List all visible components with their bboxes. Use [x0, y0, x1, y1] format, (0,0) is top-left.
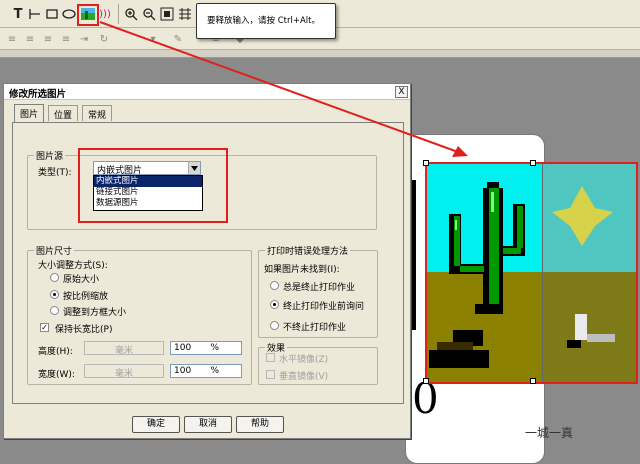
rotate-icon[interactable]: ↻ — [96, 31, 112, 47]
watermark: 一城一真 — [525, 426, 574, 440]
pen-color-icon[interactable]: ✎ — [170, 31, 186, 47]
group-label: 打印时错误处理方法 — [265, 244, 351, 257]
width-mm-field[interactable]: 毫米 — [84, 364, 164, 379]
cactus-image — [427, 164, 636, 382]
radio-label: 调整到方框大小 — [63, 308, 127, 318]
radio-never-abort[interactable] — [270, 321, 279, 330]
radio-label: 终止打印作业前询问 — [283, 302, 365, 312]
tab-picture[interactable]: 图片 — [14, 104, 45, 122]
ruler — [0, 50, 640, 58]
type-label: 类型(T): — [38, 168, 72, 178]
radio-scale[interactable] — [50, 290, 59, 299]
zoom-out-icon[interactable] — [141, 6, 157, 22]
tab-general[interactable]: 常规 — [82, 105, 113, 121]
resize-handle[interactable] — [530, 378, 536, 384]
ok-button[interactable]: 确定 — [132, 416, 180, 433]
radio-fit-box[interactable] — [50, 306, 59, 315]
radio-label: 原始大小 — [63, 275, 100, 285]
grid-icon[interactable] — [177, 6, 193, 22]
resize-handle[interactable] — [423, 160, 429, 166]
line-tool-icon[interactable] — [27, 6, 43, 22]
height-percent-field[interactable]: 100 % — [170, 341, 242, 355]
keep-ratio-label: 保持长宽比(P) — [55, 325, 113, 335]
resize-handle[interactable] — [530, 160, 536, 166]
align-center-icon[interactable]: ≡ — [22, 31, 38, 47]
flip-vertical-checkbox[interactable] — [266, 370, 275, 379]
cactus-picture[interactable] — [423, 160, 638, 384]
flip-vertical-label: 垂直镜像(V) — [279, 372, 329, 382]
tab-position[interactable]: 位置 — [48, 105, 79, 121]
width-label: 宽度(W): — [38, 370, 75, 380]
radio-always-abort[interactable] — [270, 281, 279, 290]
resize-handle[interactable] — [423, 378, 429, 384]
tooltip: 要释放输入，请按 Ctrl+Alt。 — [196, 3, 336, 39]
fit-page-icon[interactable] — [159, 6, 175, 22]
height-label: 高度(H): — [38, 347, 73, 357]
justify-icon[interactable]: ≡ — [58, 31, 74, 47]
flip-horizontal-checkbox[interactable] — [266, 353, 275, 362]
radio-label: 不终止打印作业 — [283, 323, 347, 333]
not-found-label: 如果图片未找到(I): — [264, 265, 340, 275]
align-left-icon[interactable]: ≡ — [4, 31, 20, 47]
label-text[interactable]: 0 — [412, 378, 439, 420]
help-button[interactable]: 帮助 — [236, 416, 284, 433]
dialog-title: 修改所选图片 — [4, 84, 410, 100]
zoom-in-icon[interactable] — [123, 6, 139, 22]
rfid-tool-icon[interactable]: ))) — [97, 6, 113, 22]
ellipse-tool-icon[interactable] — [61, 6, 77, 22]
percent-unit: % — [210, 343, 219, 353]
cancel-button[interactable]: 取消 — [184, 416, 232, 433]
text-tool-icon[interactable]: T — [10, 6, 26, 22]
percent-unit: % — [210, 366, 219, 376]
width-percent-value: 100 — [174, 366, 192, 376]
close-button[interactable]: X — [395, 86, 408, 98]
image-tool-highlight — [77, 4, 99, 26]
rect-tool-icon[interactable] — [44, 6, 60, 22]
keep-ratio-checkbox[interactable]: ✓ — [40, 323, 49, 332]
source-highlight — [78, 148, 228, 223]
radio-label: 总是终止打印作业 — [283, 283, 356, 293]
radio-label: 按比例缩放 — [63, 292, 109, 302]
align-right-icon[interactable]: ≡ — [40, 31, 56, 47]
group-label: 图片源 — [34, 149, 66, 162]
width-percent-field[interactable]: 100 % — [170, 364, 242, 378]
indent-icon[interactable]: ⇥ — [76, 31, 92, 47]
fill-color-icon[interactable]: ▾ — [145, 31, 161, 47]
resize-mode-label: 大小调整方式(S): — [38, 261, 108, 271]
flip-horizontal-label: 水平镜像(Z) — [279, 355, 329, 365]
height-mm-field[interactable]: 毫米 — [84, 341, 164, 356]
radio-original-size[interactable] — [50, 273, 59, 282]
group-label: 图片尺寸 — [34, 244, 75, 257]
radio-ask-before-abort[interactable] — [270, 300, 279, 309]
height-percent-value: 100 — [174, 343, 192, 353]
toolbar-separator — [118, 4, 119, 24]
